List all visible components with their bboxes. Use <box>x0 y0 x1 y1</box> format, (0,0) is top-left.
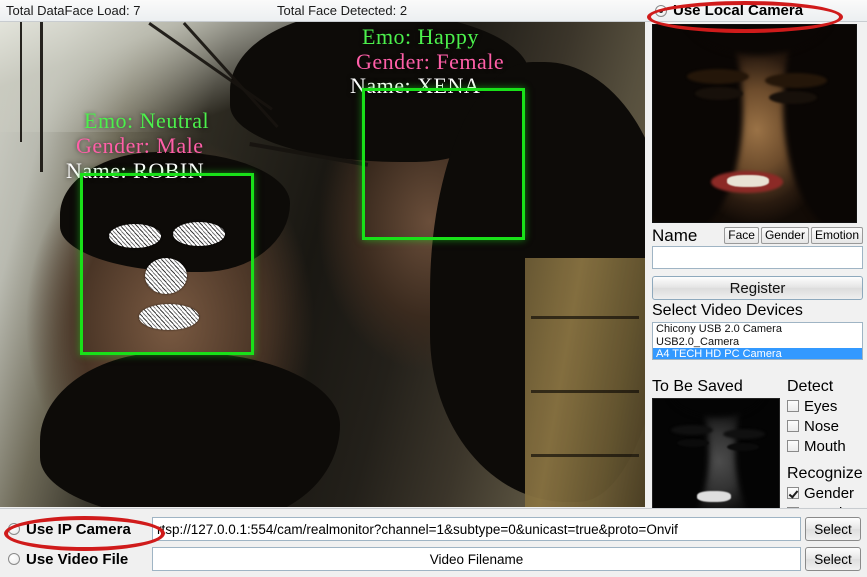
detect-options-group: Eyes Nose Mouth <box>787 396 846 456</box>
face-button[interactable]: Face <box>724 227 759 244</box>
name-label: Name <box>652 226 698 245</box>
live-video-panel[interactable]: Emo: Neutral Gender: Male Name: ROBIN Em… <box>0 22 645 507</box>
video-file-row: Use Video File Video Filename Select <box>0 545 867 573</box>
detect-option-eyes[interactable]: Eyes <box>787 396 846 416</box>
checkbox-gender[interactable] <box>787 487 799 499</box>
landmark-right-eye <box>173 222 225 246</box>
use-video-file-radio[interactable] <box>8 553 20 565</box>
scene-cabinet <box>525 258 645 507</box>
attribute-buttons-group: Face Gender Emotion <box>724 227 863 244</box>
control-side-panel: Name Face Gender Emotion Register Select… <box>648 22 867 522</box>
checkbox-nose[interactable] <box>787 420 799 432</box>
use-ip-camera-radio[interactable] <box>8 523 20 535</box>
detect-option-nose[interactable]: Nose <box>787 416 846 436</box>
scene-cable <box>40 22 43 172</box>
ip-camera-select-button[interactable]: Select <box>805 517 861 541</box>
to-be-saved-thumbnail <box>652 398 780 520</box>
checkbox-mouth[interactable] <box>787 440 799 452</box>
recognize-option-gender[interactable]: Gender <box>787 483 859 503</box>
video-filename-input[interactable]: Video Filename <box>152 547 801 571</box>
register-button[interactable]: Register <box>652 276 863 300</box>
detect-option-nose-label: Nose <box>804 417 840 435</box>
landmark-mouth <box>139 304 199 330</box>
scene-cable <box>20 22 22 142</box>
use-video-file-label: Use Video File <box>26 550 129 568</box>
detect-option-mouth-label: Mouth <box>804 437 846 455</box>
device-list-item-selected[interactable]: A4 TECH HD PC Camera <box>653 348 862 359</box>
total-dataface-load-status: Total DataFace Load: 7 <box>6 3 141 18</box>
landmark-nose <box>145 258 187 294</box>
name-row: Name Face Gender Emotion <box>652 226 863 246</box>
use-video-file-option[interactable]: Use Video File <box>0 551 152 568</box>
select-video-devices-title: Select Video Devices <box>652 302 803 319</box>
video-devices-list[interactable]: Chicony USB 2.0 Camera USB2.0_Camera A4 … <box>652 322 863 360</box>
use-local-camera-radio[interactable] <box>655 4 667 17</box>
ip-camera-row: Use IP Camera rtsp://127.0.0.1:554/cam/r… <box>0 515 867 543</box>
use-ip-camera-label: Use IP Camera <box>26 520 131 538</box>
device-list-item[interactable]: USB2.0_Camera <box>653 336 862 349</box>
face-label-emotion: Emo: Neutral <box>84 108 210 133</box>
checkbox-eyes[interactable] <box>787 400 799 412</box>
face-bounding-box[interactable] <box>362 88 525 240</box>
name-input[interactable] <box>652 246 863 269</box>
total-face-detected-status: Total Face Detected: 2 <box>277 3 408 18</box>
use-ip-camera-option[interactable]: Use IP Camera <box>0 521 152 538</box>
recognize-title: Recognize <box>787 465 863 482</box>
app-window: Total DataFace Load: 7 Total Face Detect… <box>0 0 867 577</box>
ip-camera-url-input[interactable]: rtsp://127.0.0.1:554/cam/realmonitor?cha… <box>152 517 801 541</box>
camera-preview[interactable] <box>652 24 857 223</box>
face-label-emotion: Emo: Happy <box>362 24 479 49</box>
detect-option-eyes-label: Eyes <box>804 397 838 415</box>
scene-dark-region <box>40 352 340 507</box>
face-label-gender: Gender: Female <box>356 49 505 74</box>
face-label-gender: Gender: Male <box>76 133 204 158</box>
use-local-camera-label: Use Local Camera <box>673 2 804 19</box>
video-file-select-button[interactable]: Select <box>805 547 861 571</box>
use-local-camera-option[interactable]: Use Local Camera <box>655 2 803 19</box>
device-list-item[interactable]: Chicony USB 2.0 Camera <box>653 323 862 336</box>
detect-option-mouth[interactable]: Mouth <box>787 436 846 456</box>
emotion-button[interactable]: Emotion <box>810 227 863 244</box>
top-status-bar: Total DataFace Load: 7 Total Face Detect… <box>0 0 867 22</box>
landmark-left-eye <box>109 224 161 248</box>
to-be-saved-title: To Be Saved <box>652 378 743 395</box>
recognize-option-gender-label: Gender <box>804 484 855 502</box>
detect-title: Detect <box>787 378 834 395</box>
gender-button[interactable]: Gender <box>760 227 809 244</box>
face-bounding-box[interactable] <box>80 173 254 355</box>
video-source-bar: Use IP Camera rtsp://127.0.0.1:554/cam/r… <box>0 508 867 577</box>
